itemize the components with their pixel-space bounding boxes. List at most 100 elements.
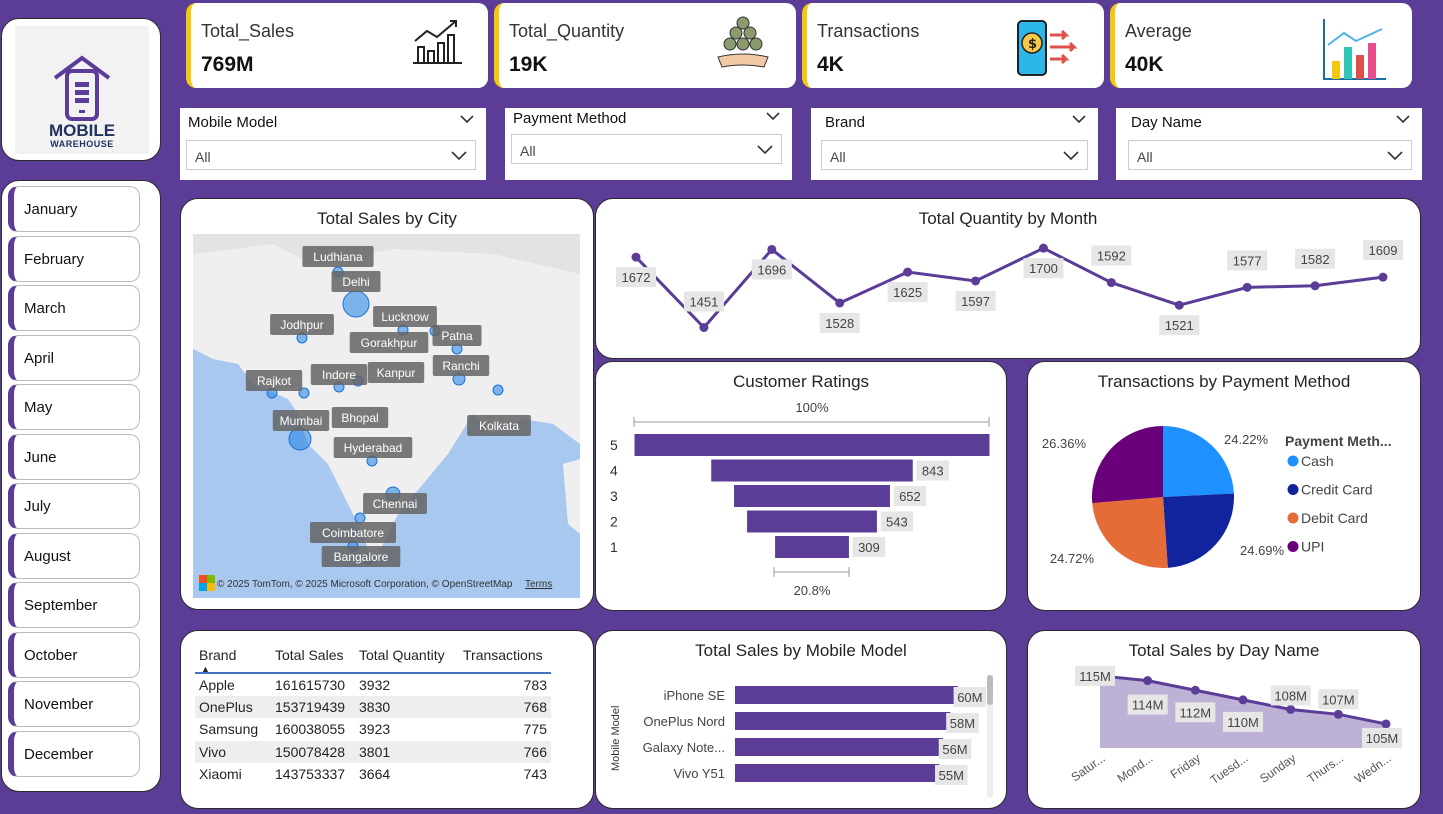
pie-data-label: 24.22%	[1224, 432, 1269, 447]
ratings-funnel-chart[interactable]: 100% 20.8% 5 4 843 3 652 2 543 1 309	[596, 362, 1008, 612]
month-slicer-panel: January February March April May June Ju…	[1, 180, 161, 792]
coins-hand-icon	[717, 16, 769, 68]
slicer-dropdown[interactable]: All	[1128, 140, 1412, 170]
quantity-point[interactable]	[631, 252, 641, 262]
quantity-data-label: 1609	[1369, 243, 1398, 258]
quantity-point[interactable]	[1106, 278, 1116, 288]
day-axis-label: Friday	[1168, 751, 1203, 782]
month-button-november[interactable]: November	[8, 681, 140, 727]
day-name-area-chart[interactable]: 115M Satur... 114M Mond... 112M Friday 110M Tue…	[1028, 631, 1422, 810]
slicer-mobile-model[interactable]: Mobile Model All	[180, 108, 486, 180]
city-label: Delhi	[342, 275, 369, 289]
quantity-point[interactable]	[971, 276, 981, 286]
city-bubble[interactable]	[342, 290, 370, 318]
city-label: Lucknow	[381, 310, 429, 324]
model-bar[interactable]	[735, 764, 940, 782]
mobile-model-bar-chart[interactable]: Mobile Model iPhone SE 60M OnePlus Nord 58M…	[596, 631, 1008, 810]
quantity-data-label: 1592	[1097, 249, 1126, 264]
quantity-point[interactable]	[1038, 243, 1048, 253]
funnel-bar[interactable]	[775, 536, 849, 558]
day-point[interactable]	[1381, 719, 1391, 729]
chevron-down-icon[interactable]	[766, 111, 780, 121]
city-label: Bhopal	[341, 411, 378, 425]
pie-slice[interactable]	[1092, 497, 1168, 568]
quantity-point[interactable]	[699, 322, 709, 332]
month-button-september[interactable]: September	[8, 582, 140, 628]
day-data-label: 115M	[1079, 669, 1111, 684]
quantity-point[interactable]	[1378, 272, 1388, 282]
column-header-total-quantity[interactable]: Total Quantity	[355, 645, 459, 673]
legend-item[interactable]: Debit Card	[1301, 510, 1368, 526]
kpi-label: Transactions	[817, 21, 920, 41]
model-bar[interactable]	[735, 738, 943, 756]
month-button-june[interactable]: June	[8, 434, 140, 480]
day-point[interactable]	[1143, 676, 1153, 686]
column-header-transactions[interactable]: Transactions	[459, 645, 551, 673]
day-point[interactable]	[1190, 685, 1200, 695]
legend-item[interactable]: Credit Card	[1301, 482, 1373, 498]
city-bubble[interactable]	[492, 384, 504, 396]
funnel-bar[interactable]	[634, 434, 990, 456]
month-button-december[interactable]: December	[8, 731, 140, 777]
day-point[interactable]	[1333, 709, 1343, 719]
chevron-down-icon[interactable]	[460, 114, 474, 124]
day-point[interactable]	[1286, 705, 1296, 714]
table-row[interactable]: OnePlus 153719439 3830 768	[195, 695, 551, 718]
slicer-day-name[interactable]: Day Name All	[1116, 108, 1422, 180]
column-header-total-sales[interactable]: Total Sales	[271, 645, 355, 673]
chevron-down-icon[interactable]	[1396, 114, 1410, 124]
month-button-march[interactable]: March	[8, 285, 140, 331]
quantity-point[interactable]	[835, 298, 845, 308]
city-bubble[interactable]	[288, 427, 312, 451]
city-label: Hyderabad	[344, 441, 403, 455]
quantity-point[interactable]	[767, 244, 777, 254]
model-bar[interactable]	[735, 712, 951, 730]
chevron-down-icon[interactable]	[1072, 114, 1086, 124]
quantity-point[interactable]	[1242, 282, 1252, 292]
funnel-bar[interactable]	[734, 485, 890, 507]
quantity-point[interactable]	[1174, 300, 1184, 310]
month-button-april[interactable]: April	[8, 335, 140, 381]
pie-slice[interactable]	[1163, 493, 1234, 568]
funnel-bar[interactable]	[747, 510, 877, 533]
month-button-october[interactable]: October	[8, 632, 140, 678]
logo-line1: MOBILE	[48, 121, 116, 140]
day-point[interactable]	[1238, 695, 1248, 705]
slicer-dropdown[interactable]: All	[511, 134, 782, 164]
legend-marker	[1287, 484, 1299, 495]
day-axis-label: Wedn...	[1352, 751, 1394, 786]
slicer-brand[interactable]: Brand All	[811, 108, 1098, 180]
month-button-january[interactable]: January	[8, 186, 140, 232]
kpi-value: 4K	[817, 53, 844, 76]
kpi-total-sales: Total_Sales 769M	[186, 3, 488, 88]
legend-item[interactable]: Cash	[1301, 453, 1334, 469]
funnel-bar[interactable]	[711, 459, 913, 482]
pie-slice[interactable]	[1092, 426, 1163, 504]
table-row[interactable]: Xiaomi 143753337 3664 743	[195, 763, 551, 786]
table-row[interactable]: Vivo 150078428 3801 766	[195, 740, 551, 763]
slicer-dropdown[interactable]: All	[186, 140, 476, 170]
slicer-title: Day Name	[1131, 114, 1202, 131]
quantity-point[interactable]	[1310, 281, 1320, 291]
month-button-august[interactable]: August	[8, 533, 140, 579]
month-button-february[interactable]: February	[8, 236, 140, 282]
payment-pie-chart[interactable]: Payment Meth... 24.22% 24.69% 24.72% 26.36%…	[1028, 362, 1422, 612]
map-terms-link[interactable]: Terms	[525, 579, 552, 590]
slicer-dropdown[interactable]: All	[821, 140, 1088, 170]
legend-marker	[1287, 541, 1299, 552]
month-button-july[interactable]: July	[8, 483, 140, 529]
chevron-down-icon	[1063, 151, 1079, 160]
month-button-may[interactable]: May	[8, 384, 140, 430]
scrollbar-thumb[interactable]	[987, 675, 993, 705]
column-header-brand[interactable]: Brand ▲	[195, 645, 271, 674]
quantity-line-chart[interactable]: 1672 1451 1696 1528 1625 1597 1700 1592 1521 1577…	[596, 199, 1422, 360]
bar-chart-icon	[1323, 19, 1386, 80]
city-bubble[interactable]	[354, 512, 366, 524]
slicer-payment-method[interactable]: Payment Method All	[505, 108, 792, 180]
table-row[interactable]: Samsung 160038055 3923 775	[195, 718, 551, 741]
table-row[interactable]: Apple 161615730 3932 783	[195, 673, 551, 696]
legend-item[interactable]: UPI	[1301, 539, 1324, 555]
quantity-point[interactable]	[903, 267, 913, 277]
model-bar[interactable]	[735, 686, 958, 704]
india-map[interactable]: Ludhiana Delhi Lucknow Jodhpur Gorakhpur Patn…	[193, 234, 580, 598]
